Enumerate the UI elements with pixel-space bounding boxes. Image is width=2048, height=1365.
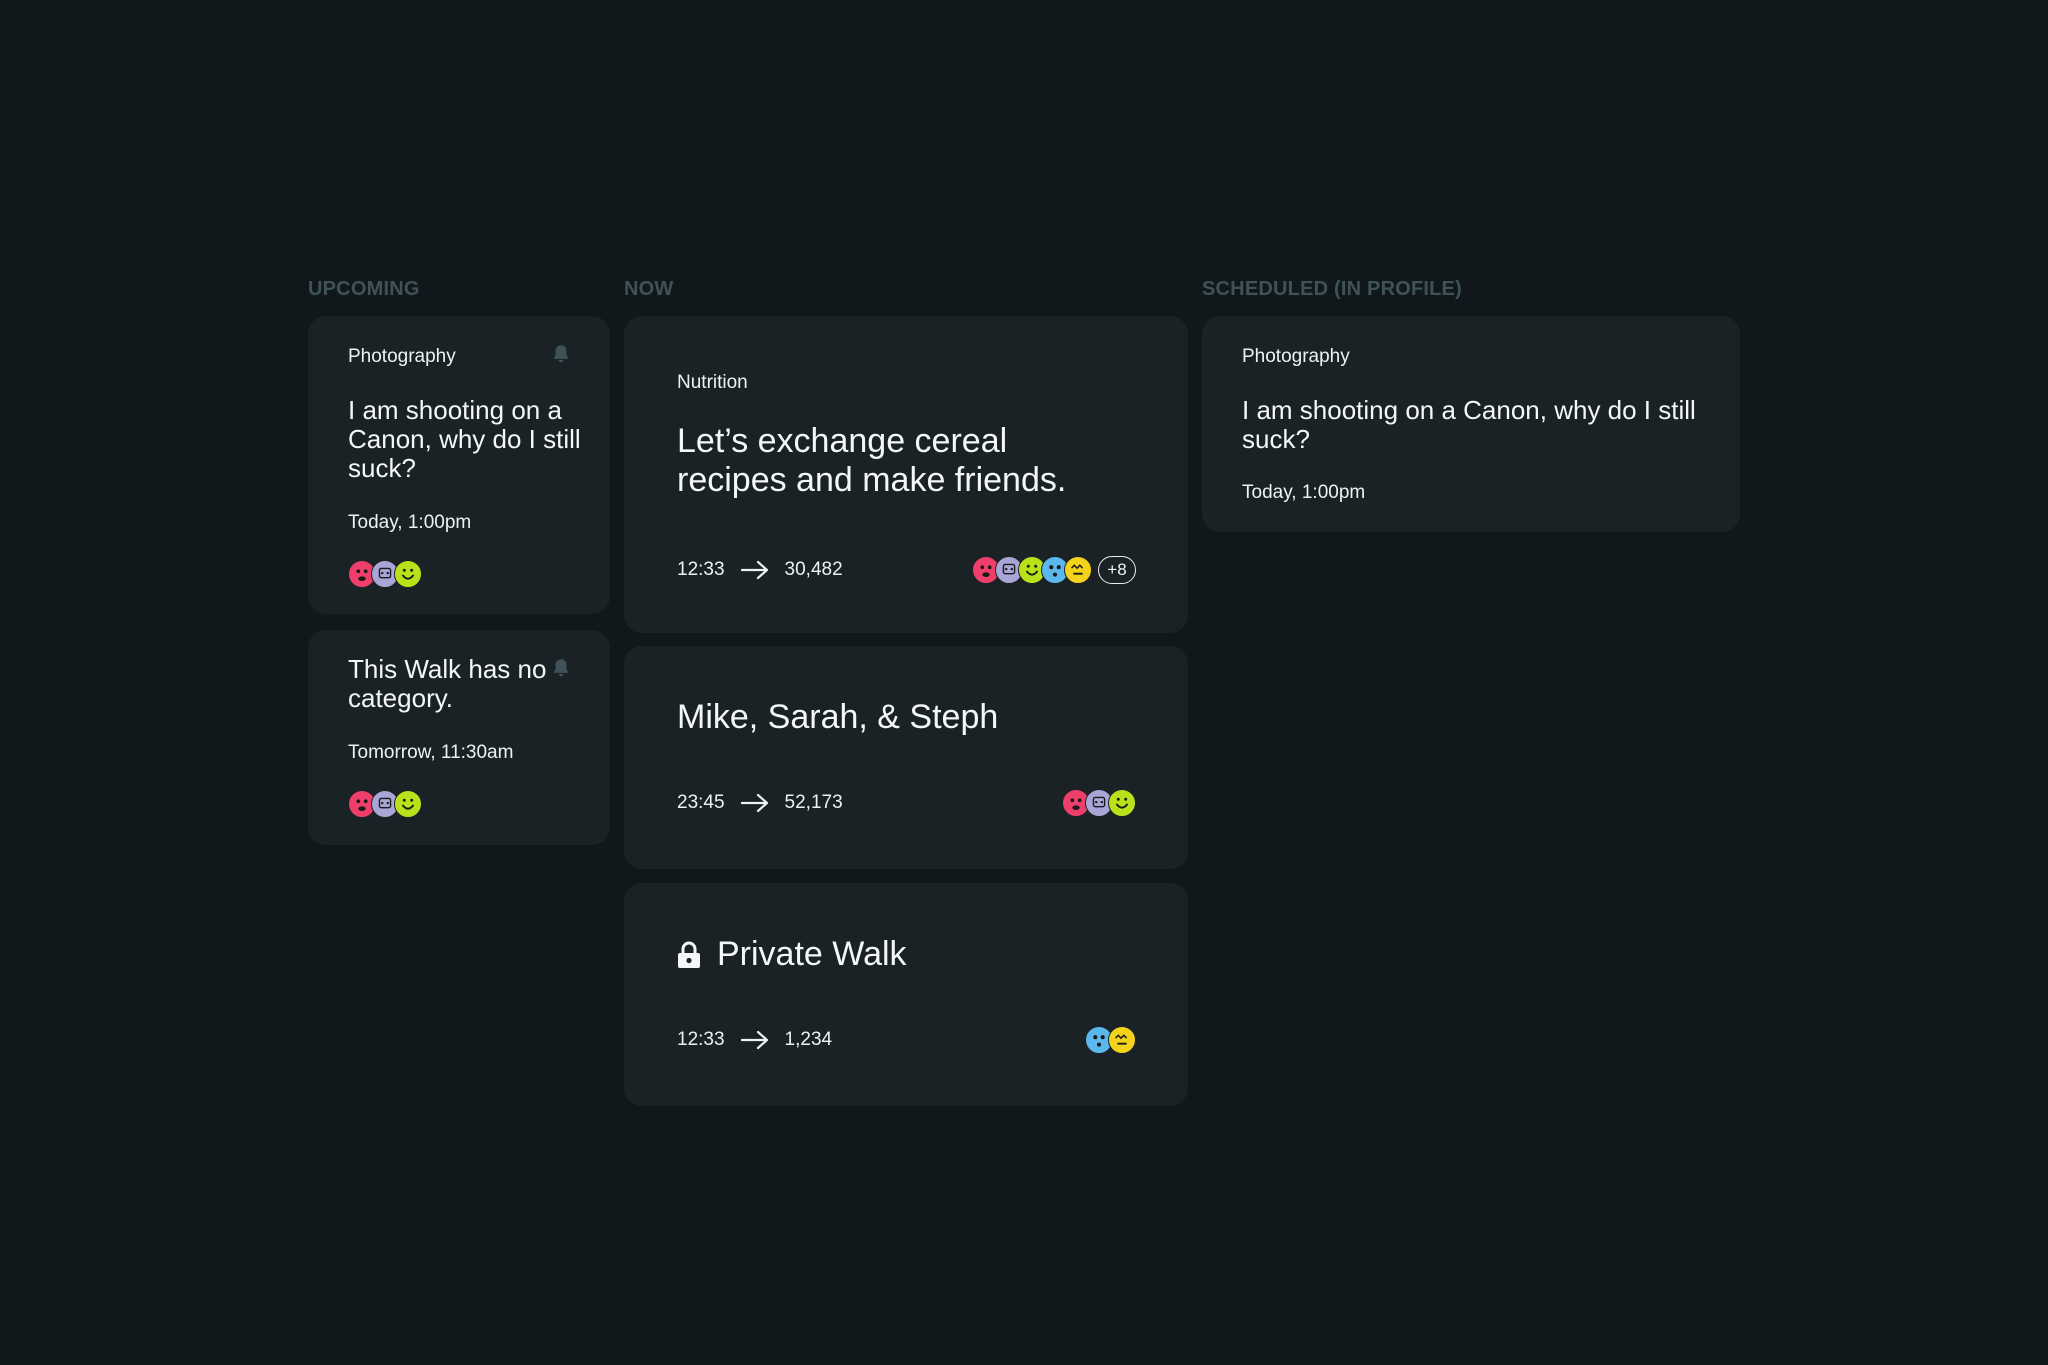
lock-icon <box>677 941 701 969</box>
participant-avatars <box>1085 1026 1136 1054</box>
walk-listener-count: 52,173 <box>784 792 843 813</box>
walk-duration: 12:33 <box>677 1029 725 1050</box>
walk-duration: 12:33 <box>677 559 725 580</box>
walk-title: I am shooting on a Canon, why do I still… <box>1242 395 1696 454</box>
more-participants-badge[interactable]: +8 <box>1098 556 1136 584</box>
column-label-now: NOW <box>624 278 674 300</box>
scheduled-walk-card[interactable]: Photography I am shooting on a Canon, wh… <box>1202 316 1740 532</box>
participant-avatars <box>348 560 422 588</box>
avatar <box>1108 1026 1136 1054</box>
private-walk-card[interactable]: Private Walk 12:33 1,234 <box>624 883 1188 1106</box>
walk-schedule: Today, 1:00pm <box>348 512 471 534</box>
live-walk-card[interactable]: Mike, Sarah, & Steph 23:45 52,173 <box>624 646 1188 869</box>
avatar <box>394 790 422 818</box>
walk-day: Tomorrow, <box>348 742 436 763</box>
column-label-scheduled: SCHEDULED (IN PROFILE) <box>1202 278 1462 300</box>
walk-listener-count: 30,482 <box>784 559 843 580</box>
walk-title: I am shooting on a Canon, why do I still… <box>348 395 581 483</box>
walk-schedule: Today, 1:00pm <box>1242 482 1365 504</box>
walk-category: Nutrition <box>677 372 748 393</box>
walk-schedule: Tomorrow, 11:30am <box>348 742 513 764</box>
walk-day: Today, <box>348 512 403 533</box>
upcoming-walk-card[interactable]: This Walk has no category. Tomorrow, 11:… <box>308 630 610 845</box>
walk-day: Today, <box>1242 482 1297 503</box>
avatar <box>394 560 422 588</box>
participant-avatars <box>348 790 422 818</box>
walk-category: Photography <box>348 346 456 367</box>
walk-title: Mike, Sarah, & Steph <box>677 698 999 736</box>
walk-stats: 23:45 52,173 <box>677 789 843 817</box>
walk-title: Private Walk <box>717 935 907 973</box>
walk-title: Let’s exchange cereal recipes and make f… <box>677 422 1067 499</box>
upcoming-walk-card[interactable]: Photography I am shooting on a Canon, wh… <box>308 316 610 614</box>
walk-title: This Walk has no category. <box>348 654 547 713</box>
avatar <box>1108 789 1136 817</box>
arrow-right-icon <box>740 560 769 580</box>
walk-category: Photography <box>1242 346 1350 367</box>
arrow-right-icon <box>740 1030 769 1050</box>
avatar <box>1064 556 1092 584</box>
walk-stats: 12:33 1,234 <box>677 1026 832 1054</box>
arrow-right-icon <box>740 793 769 813</box>
walk-time: 1:00pm <box>1301 482 1366 503</box>
column-label-upcoming: UPCOMING <box>308 278 420 300</box>
walk-stats: 12:33 30,482 <box>677 556 843 584</box>
live-walk-card[interactable]: Nutrition Let’s exchange cereal recipes … <box>624 316 1188 633</box>
walk-duration: 23:45 <box>677 792 725 813</box>
walk-listener-count: 1,234 <box>784 1029 833 1050</box>
bell-icon[interactable] <box>550 657 572 679</box>
participant-avatars <box>1062 789 1136 817</box>
participant-avatars: +8 <box>972 556 1136 584</box>
walk-title-row: Private Walk <box>677 935 907 974</box>
walk-time: 1:00pm <box>407 512 472 533</box>
bell-icon[interactable] <box>550 343 572 365</box>
walk-time: 11:30am <box>440 742 514 763</box>
